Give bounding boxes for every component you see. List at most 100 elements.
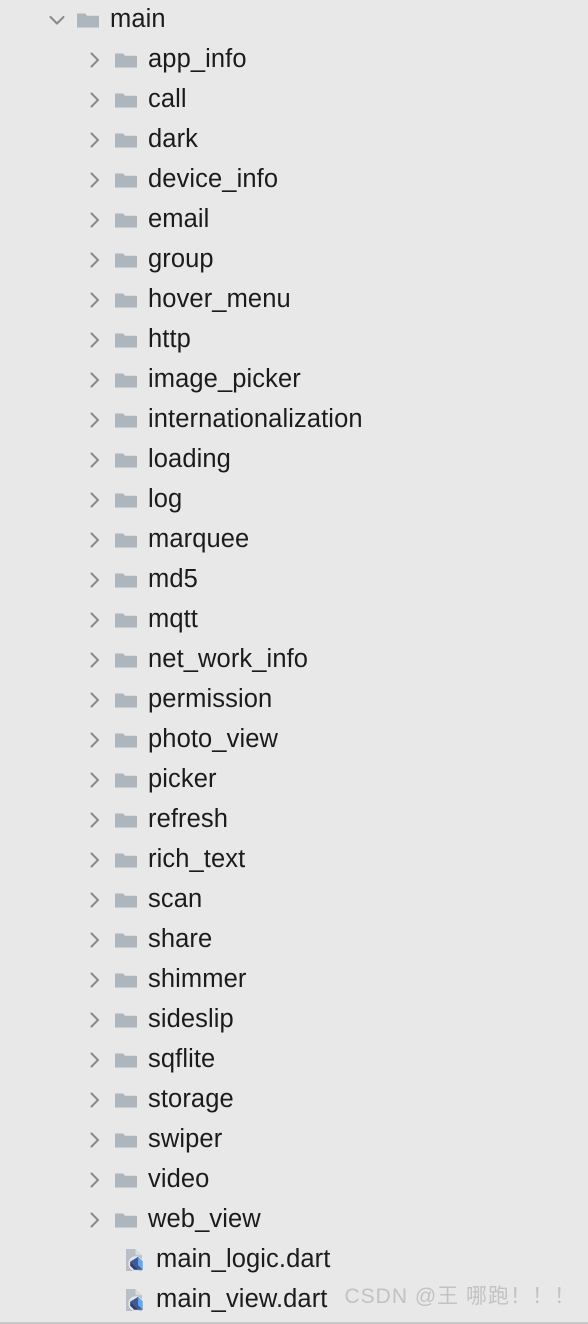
tree-folder-row[interactable]: shimmer [0, 960, 588, 1000]
tree-folder-label: call [148, 85, 187, 114]
tree-folder-label: main [110, 5, 166, 34]
chevron-right-icon[interactable] [82, 207, 108, 233]
folder-icon [112, 886, 140, 914]
chevron-right-icon[interactable] [82, 47, 108, 73]
folder-icon [112, 366, 140, 394]
tree-folder-row[interactable]: scan [0, 880, 588, 920]
tree-folder-row[interactable]: storage [0, 1080, 588, 1120]
folder-icon [112, 846, 140, 874]
chevron-right-icon[interactable] [82, 407, 108, 433]
folder-icon [112, 566, 140, 594]
tree-folder-row[interactable]: picker [0, 760, 588, 800]
chevron-right-icon[interactable] [82, 327, 108, 353]
tree-folder-row[interactable]: device_info [0, 160, 588, 200]
tree-folder-row[interactable]: permission [0, 680, 588, 720]
tree-folder-label: photo_view [148, 725, 279, 754]
chevron-right-icon[interactable] [82, 1127, 108, 1153]
tree-folder-row[interactable]: sideslip [0, 1000, 588, 1040]
tree-file-row[interactable]: main_view.dart [0, 1280, 588, 1320]
tree-folder-label: sideslip [148, 1005, 234, 1034]
chevron-right-icon[interactable] [82, 927, 108, 953]
tree-folder-row[interactable]: mqtt [0, 600, 588, 640]
tree-folder-row[interactable]: net_work_info [0, 640, 588, 680]
chevron-right-icon[interactable] [82, 247, 108, 273]
tree-folder-label: device_info [148, 165, 279, 194]
folder-icon [112, 726, 140, 754]
folder-icon [112, 966, 140, 994]
tree-folder-label: dark [148, 125, 199, 154]
chevron-right-icon[interactable] [82, 847, 108, 873]
folder-icon [112, 326, 140, 354]
tree-folder-row[interactable]: share [0, 920, 588, 960]
tree-folder-label: md5 [148, 565, 198, 594]
chevron-right-icon[interactable] [82, 727, 108, 753]
folder-icon [112, 206, 140, 234]
chevron-right-icon[interactable] [82, 287, 108, 313]
tree-folder-row[interactable]: photo_view [0, 720, 588, 760]
tree-folder-row[interactable]: loading [0, 440, 588, 480]
tree-folder-row[interactable]: swiper [0, 1120, 588, 1160]
tree-folder-row[interactable]: email [0, 200, 588, 240]
chevron-right-icon[interactable] [82, 1207, 108, 1233]
tree-folder-label: http [148, 325, 191, 354]
chevron-right-icon[interactable] [82, 647, 108, 673]
chevron-right-icon[interactable] [82, 487, 108, 513]
chevron-down-icon[interactable] [44, 7, 70, 33]
tree-folder-label: rich_text [148, 845, 246, 874]
chevron-right-icon[interactable] [82, 447, 108, 473]
tree-folder-label: email [148, 205, 210, 234]
tree-folder-row[interactable]: internationalization [0, 400, 588, 440]
tree-folder-row[interactable]: video [0, 1160, 588, 1200]
folder-icon [112, 1046, 140, 1074]
chevron-right-icon[interactable] [82, 887, 108, 913]
chevron-right-icon[interactable] [82, 687, 108, 713]
chevron-right-icon[interactable] [82, 167, 108, 193]
tree-folder-row[interactable]: app_info [0, 40, 588, 80]
tree-folder-row[interactable]: dark [0, 120, 588, 160]
tree-folder-row[interactable]: log [0, 480, 588, 520]
tree-folder-label: permission [148, 685, 273, 714]
folder-icon [112, 446, 140, 474]
project-file-tree[interactable]: main app_infocall dark device_infoemail grou… [0, 0, 588, 1324]
chevron-right-icon[interactable] [82, 767, 108, 793]
tree-folder-row[interactable]: group [0, 240, 588, 280]
tree-folder-row[interactable]: hover_menu [0, 280, 588, 320]
tree-folder-label: video [148, 1165, 210, 1194]
folder-icon [112, 686, 140, 714]
chevron-right-icon[interactable] [82, 1167, 108, 1193]
chevron-right-icon[interactable] [82, 527, 108, 553]
tree-folder-row[interactable]: md5 [0, 560, 588, 600]
tree-folder-row[interactable]: refresh [0, 800, 588, 840]
folder-icon [112, 806, 140, 834]
tree-folder-row[interactable]: web_view [0, 1200, 588, 1240]
folder-icon [112, 1006, 140, 1034]
tree-folder-label: storage [148, 1085, 234, 1114]
chevron-right-icon[interactable] [82, 127, 108, 153]
chevron-right-icon[interactable] [82, 567, 108, 593]
chevron-right-icon[interactable] [82, 967, 108, 993]
tree-folder-row[interactable]: http [0, 320, 588, 360]
folder-icon [112, 406, 140, 434]
tree-file-label: main_logic.dart [156, 1245, 331, 1274]
chevron-right-icon[interactable] [82, 1007, 108, 1033]
tree-folder-row[interactable]: image_picker [0, 360, 588, 400]
tree-folder-row[interactable]: rich_text [0, 840, 588, 880]
chevron-right-icon[interactable] [82, 807, 108, 833]
folder-icon [112, 86, 140, 114]
folder-icon [74, 6, 102, 34]
tree-folder-row[interactable]: marquee [0, 520, 588, 560]
tree-folder-row[interactable]: main [0, 0, 588, 40]
tree-folder-row[interactable]: sqflite [0, 1040, 588, 1080]
chevron-right-icon[interactable] [82, 87, 108, 113]
folder-icon [112, 606, 140, 634]
tree-folder-label: group [148, 245, 214, 274]
chevron-right-icon[interactable] [82, 607, 108, 633]
chevron-right-icon[interactable] [82, 1047, 108, 1073]
chevron-right-icon[interactable] [82, 1087, 108, 1113]
folder-icon [112, 1166, 140, 1194]
tree-file-row[interactable]: main_logic.dart [0, 1240, 588, 1280]
folder-icon [112, 46, 140, 74]
chevron-right-icon[interactable] [82, 367, 108, 393]
folder-icon [112, 286, 140, 314]
tree-folder-row[interactable]: call [0, 80, 588, 120]
